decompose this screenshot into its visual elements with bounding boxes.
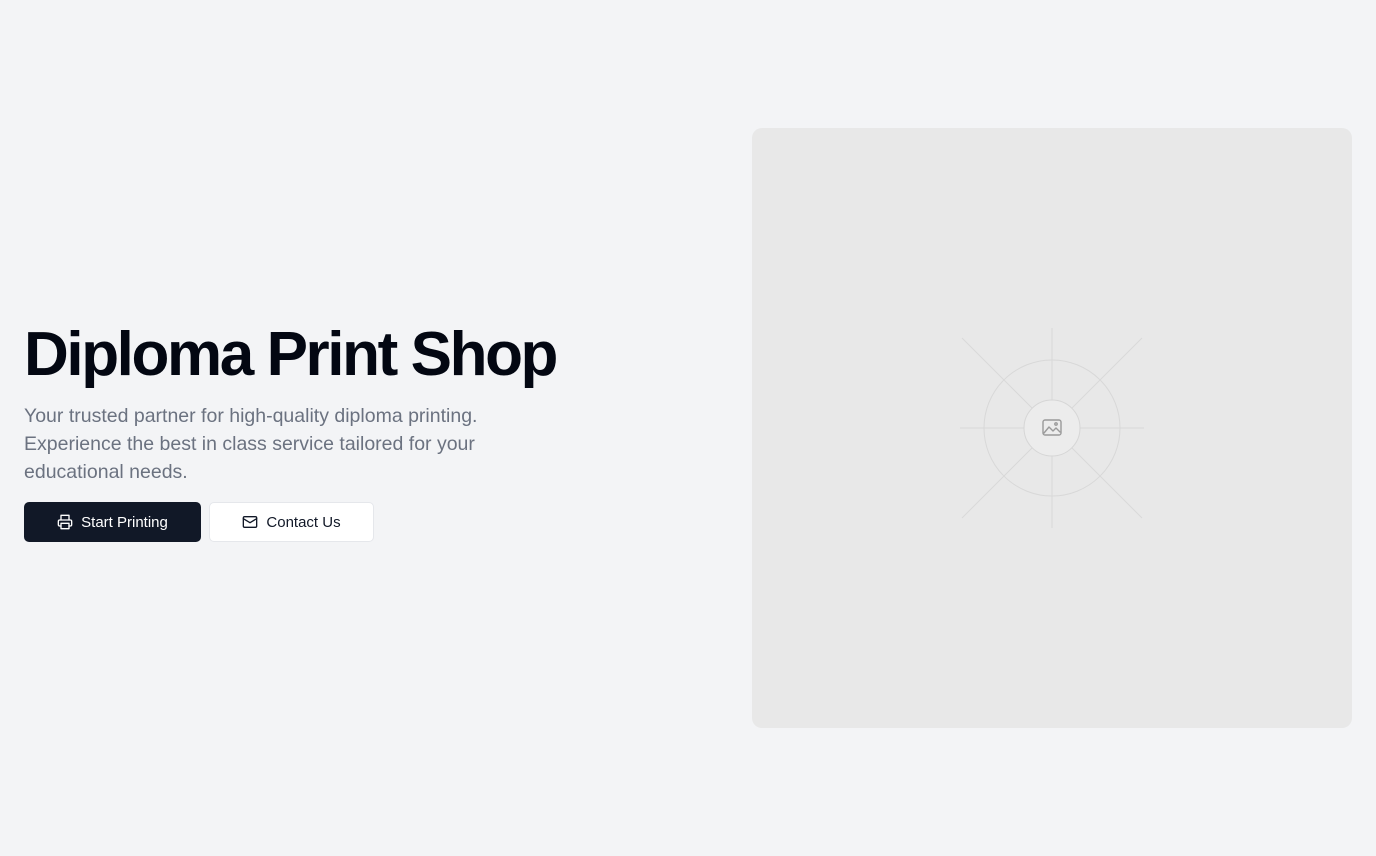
contact-us-label: Contact Us bbox=[266, 513, 341, 531]
image-placeholder-icon bbox=[960, 328, 1144, 528]
hero-section: Diploma Print Shop Your trusted partner … bbox=[24, 322, 584, 542]
mail-icon bbox=[242, 514, 258, 530]
hero-subtitle: Your trusted partner for high-quality di… bbox=[24, 405, 478, 483]
hero-actions: Start Printing Contact Us bbox=[24, 502, 584, 542]
page-title: Diploma Print Shop bbox=[24, 320, 558, 389]
printer-icon bbox=[57, 514, 73, 530]
start-printing-label: Start Printing bbox=[81, 513, 168, 531]
hero-image-placeholder bbox=[752, 128, 1352, 728]
contact-us-button[interactable]: Contact Us bbox=[209, 502, 374, 542]
start-printing-button[interactable]: Start Printing bbox=[24, 502, 201, 542]
